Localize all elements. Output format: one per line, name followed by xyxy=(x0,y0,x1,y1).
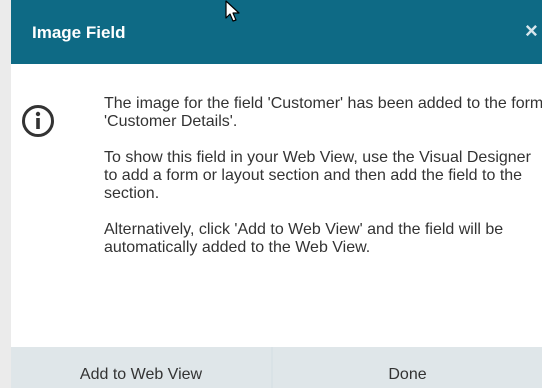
message-paragraph-3: Alternatively, click 'Add to Web View' a… xyxy=(104,221,504,256)
dialog-footer: Add to Web View Done xyxy=(11,347,542,388)
dialog-title: Image Field xyxy=(32,23,126,42)
add-to-web-view-button[interactable]: Add to Web View xyxy=(11,347,271,388)
close-icon[interactable]: × xyxy=(525,18,538,44)
image-field-dialog: Image Field × The image for the field 'C… xyxy=(11,0,542,388)
done-button[interactable]: Done xyxy=(273,347,542,388)
info-circle-icon xyxy=(22,105,54,137)
mouse-pointer-icon xyxy=(225,0,240,22)
dialog-message: The image for the field 'Customer' has b… xyxy=(104,95,542,275)
message-paragraph-1: The image for the field 'Customer' has b… xyxy=(104,95,542,130)
dialog-header: Image Field × xyxy=(11,0,542,64)
message-paragraph-2: To show this field in your Web View, use… xyxy=(104,149,531,202)
